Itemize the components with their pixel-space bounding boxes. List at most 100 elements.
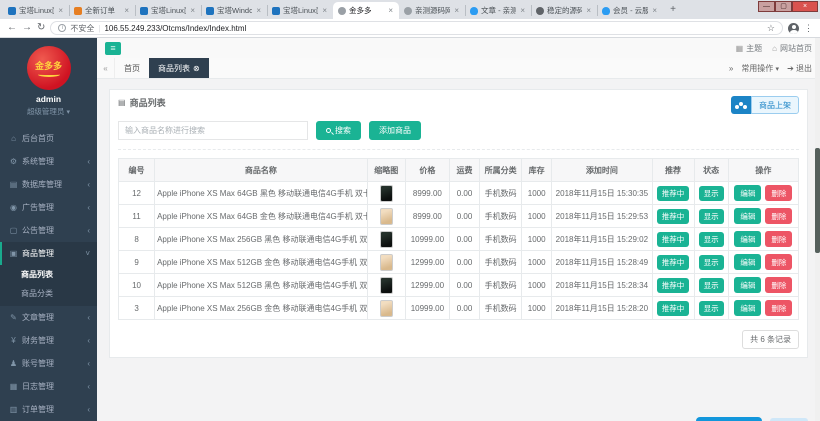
qq-service-widget-partial[interactable] [696, 417, 762, 421]
sidebar-toggle-button[interactable]: ≡ [105, 42, 121, 55]
sidebar-item-4[interactable]: ▢公告管理‹ [0, 219, 97, 242]
tab-scroll-left-icon[interactable]: « [97, 58, 115, 78]
add-goods-button[interactable]: 添加商品 [369, 121, 421, 140]
edit-button[interactable]: 编辑 [734, 300, 761, 316]
browser-tab-1[interactable]: 全新订单× [69, 2, 135, 19]
browser-tab-7[interactable]: 文章 - 亲测源码网× [465, 2, 531, 19]
sidebar-item-9[interactable]: ▦日志管理‹ [0, 375, 97, 398]
profile-avatar-icon[interactable] [788, 23, 799, 34]
edit-button[interactable]: 编辑 [734, 208, 761, 224]
edit-button[interactable]: 编辑 [734, 254, 761, 270]
tab-close-icon[interactable]: × [519, 6, 526, 15]
recommend-badge[interactable]: 推荐中 [657, 186, 690, 201]
cell-stock: 1000 [522, 297, 552, 320]
bt-favicon-icon [8, 7, 16, 15]
window-minimize-button[interactable]: — [758, 1, 775, 12]
sidebar-item-10[interactable]: ▥订单管理‹ [0, 398, 97, 421]
sidebar-item-6[interactable]: ✎文章管理‹ [0, 306, 97, 329]
page-tab-goods-list[interactable]: 商品列表 ⊗ [149, 58, 209, 78]
sidebar-item-2[interactable]: ▤数据库管理‹ [0, 173, 97, 196]
browser-tab-3[interactable]: 宝塔Windows面板× [201, 2, 267, 19]
tab-close-icon[interactable]: × [651, 6, 658, 15]
browser-tab-5[interactable]: 金多多× [333, 2, 399, 19]
delete-button[interactable]: 删除 [765, 277, 792, 293]
tab-close-icon[interactable]: × [321, 6, 328, 15]
site-home-link[interactable]: ⌂ 网站首页 [772, 43, 812, 54]
status-badge[interactable]: 显示 [699, 209, 724, 224]
brand-block: 金多多 admin 超级管理员 ▾ [0, 38, 97, 123]
page-tab-home[interactable]: 首页 [115, 58, 149, 78]
tab-close-icon[interactable]: × [585, 6, 592, 15]
window-close-button[interactable]: × [792, 1, 818, 12]
edit-button[interactable]: 编辑 [734, 185, 761, 201]
sidebar-item-1[interactable]: ⚙系统管理‹ [0, 150, 97, 173]
sidebar-subitem-1[interactable]: 商品分类 [0, 284, 97, 303]
logout-link[interactable]: ➔ 退出 [787, 63, 812, 74]
recommend-badge[interactable]: 推荐中 [657, 278, 690, 293]
sidebar-item-7[interactable]: ¥财务管理‹ [0, 329, 97, 352]
browser-tab-0[interactable]: 宝塔Linux面板× [3, 2, 69, 19]
browser-tab-9[interactable]: 会员 - 云服务器 -× [597, 2, 663, 19]
browser-tab-8[interactable]: 稳定的源码网-源码之...× [531, 2, 597, 19]
status-badge[interactable]: 显示 [699, 301, 724, 316]
tab-close-icon[interactable]: × [189, 6, 196, 15]
delete-button[interactable]: 删除 [765, 254, 792, 270]
delete-button[interactable]: 删除 [765, 300, 792, 316]
bookmark-star-icon[interactable]: ☆ [767, 23, 775, 34]
back-icon[interactable]: ← [7, 23, 17, 33]
status-badge[interactable]: 显示 [699, 278, 724, 293]
sidebar-subitem-0[interactable]: 商品列表 [0, 265, 97, 284]
recommend-badge[interactable]: 推荐中 [657, 232, 690, 247]
window-maximize-button[interactable]: ▢ [775, 1, 792, 12]
home-icon: ⌂ [772, 44, 777, 53]
tab-close-icon[interactable]: × [255, 6, 262, 15]
tab-close-icon[interactable]: × [387, 6, 394, 15]
browser-tab-title: 宝塔Windows面板 [217, 5, 252, 16]
sidebar-item-3[interactable]: ◉广告管理‹ [0, 196, 97, 219]
site-info-icon[interactable]: i [58, 24, 66, 32]
delete-button[interactable]: 删除 [765, 231, 792, 247]
common-actions-dropdown[interactable]: 常用操作 ▾ [741, 63, 779, 74]
browser-tab-4[interactable]: 宝塔Linux面板× [267, 2, 333, 19]
content-area: ▤ 商品列表 商品上架 搜索 添加商品 [97, 79, 820, 421]
tab-close-icon[interactable]: × [453, 6, 460, 15]
recommend-badge[interactable]: 推荐中 [657, 209, 690, 224]
browser-tab-6[interactable]: 亲测源码网× [399, 2, 465, 19]
cell-name: Apple iPhone XS Max 512GB 黑色 移动联通电信4G手机 … [155, 274, 368, 297]
cell-category: 手机数码 [480, 182, 522, 205]
theme-link[interactable]: ▦ 主题 [736, 43, 763, 54]
product-thumbnail-image [380, 254, 393, 271]
edit-button[interactable]: 编辑 [734, 277, 761, 293]
delete-button[interactable]: 删除 [765, 185, 792, 201]
page-scrollbar[interactable] [815, 38, 820, 421]
recommend-badge[interactable]: 推荐中 [657, 255, 690, 270]
refresh-icon[interactable]: ↻ [37, 23, 45, 33]
tab-close-icon[interactable]: × [57, 6, 64, 15]
tab-close-icon[interactable]: × [123, 6, 130, 15]
status-badge[interactable]: 显示 [699, 255, 724, 270]
sidebar-item-5[interactable]: ▣商品管理˅ [0, 242, 97, 265]
column-header: 缩略图 [367, 159, 405, 182]
goods-search-input[interactable] [118, 121, 308, 140]
forward-icon[interactable]: → [22, 23, 32, 33]
edit-button[interactable]: 编辑 [734, 231, 761, 247]
tab-scroll-right-icon[interactable]: » [729, 64, 733, 73]
sidebar-item-0[interactable]: ⌂后台首页 [0, 127, 97, 150]
cloud-favicon-icon [470, 7, 478, 15]
status-badge[interactable]: 显示 [699, 232, 724, 247]
recommend-badge[interactable]: 推荐中 [657, 301, 690, 316]
new-tab-button[interactable]: + [666, 3, 680, 17]
page-tab-bar: « 首页 商品列表 ⊗ » 常用操作 ▾ ➔ 退出 [97, 58, 820, 79]
user-role-dropdown[interactable]: 超级管理员 ▾ [0, 106, 97, 117]
url-field[interactable]: i 不安全 | 106.55.249.233/Otcms/Index/Index… [50, 21, 783, 35]
close-tab-icon[interactable]: ⊗ [193, 64, 200, 73]
delete-button[interactable]: 删除 [765, 208, 792, 224]
status-badge[interactable]: 显示 [699, 186, 724, 201]
browser-tab-2[interactable]: 宝塔Linux面板× [135, 2, 201, 19]
scrollbar-thumb[interactable] [815, 148, 820, 253]
goods-upload-button[interactable]: 商品上架 [731, 96, 799, 114]
browser-tab-title: 宝塔Linux面板 [19, 5, 54, 16]
browser-menu-icon[interactable]: ⋮ [804, 23, 813, 34]
search-button[interactable]: 搜索 [316, 121, 361, 140]
sidebar-item-8[interactable]: ♟账号管理‹ [0, 352, 97, 375]
